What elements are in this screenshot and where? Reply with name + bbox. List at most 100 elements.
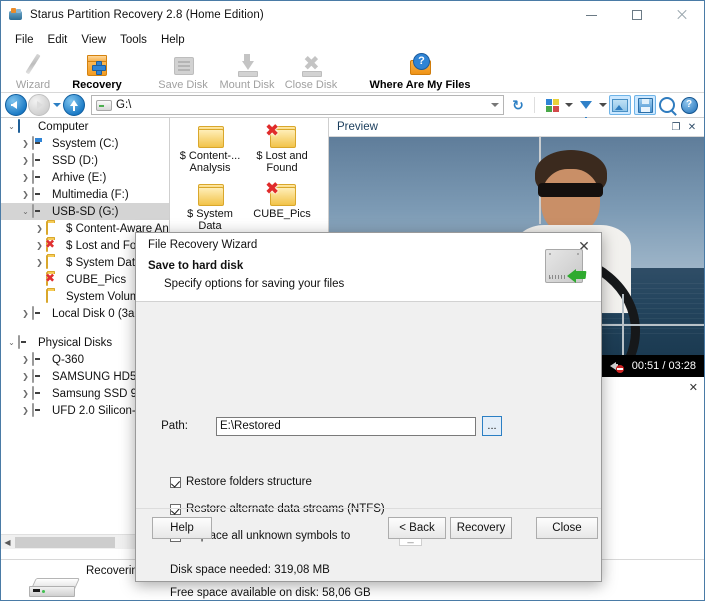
- filter-button[interactable]: [575, 95, 597, 121]
- path-input[interactable]: [216, 416, 476, 436]
- expand-icon[interactable]: ❯: [33, 224, 46, 233]
- expand-icon[interactable]: ❯: [19, 389, 32, 398]
- drive-icon: [32, 186, 48, 202]
- view-mode-icon: [545, 98, 559, 112]
- forward-button[interactable]: [28, 94, 50, 116]
- drive-icon: [32, 351, 48, 367]
- file-item[interactable]: $ Content-... Analysis: [174, 124, 246, 174]
- collapse-icon[interactable]: ⌄: [19, 207, 32, 216]
- back-button[interactable]: [5, 94, 27, 116]
- close-button[interactable]: Close: [536, 517, 598, 539]
- maximize-button[interactable]: [614, 1, 659, 29]
- drive-icon: [32, 402, 48, 418]
- toolbar-recovery-button[interactable]: Recovery: [65, 52, 129, 91]
- menu-help[interactable]: Help: [154, 32, 192, 48]
- tree-item-ssystem-c[interactable]: ❯ Ssystem (C:): [1, 135, 169, 152]
- toolbar-wizard-button[interactable]: Wizard: [1, 52, 65, 91]
- where-are-my-files-icon: ?: [408, 53, 432, 77]
- drive-icon: [32, 385, 48, 401]
- expand-icon[interactable]: ❯: [19, 190, 32, 199]
- free-space-text: Free space available on disk: 58,06 GB: [170, 587, 371, 599]
- undock-icon[interactable]: ❐: [668, 120, 684, 134]
- file-item-label: $ System Data: [187, 208, 233, 232]
- save-button[interactable]: [634, 95, 656, 115]
- toolbar-mount-disk-button[interactable]: Mount Disk: [215, 52, 279, 91]
- view-mode-button[interactable]: [541, 95, 563, 115]
- minimize-button[interactable]: [569, 1, 614, 29]
- back-button[interactable]: < Back: [388, 517, 446, 539]
- file-recovery-wizard-dialog: File Recovery Wizard ✕ Save to hard disk…: [135, 232, 602, 599]
- folder-icon: [46, 288, 62, 304]
- menu-view[interactable]: View: [74, 32, 113, 48]
- expand-icon[interactable]: ❯: [19, 156, 32, 165]
- help-label: Help: [170, 522, 194, 534]
- main-toolbar: Wizard Recovery Save Disk Mount Disk ✖ C…: [1, 50, 704, 93]
- expand-icon[interactable]: ❯: [19, 406, 32, 415]
- collapse-icon[interactable]: ⌄: [5, 338, 18, 347]
- file-item[interactable]: $ System Data: [174, 182, 246, 232]
- tree-item-ssd-d[interactable]: ❯ SSD (D:): [1, 152, 169, 169]
- scrollbar-thumb[interactable]: [15, 536, 115, 548]
- save-icon: [637, 97, 653, 113]
- tree-item-arhive-e[interactable]: ❯ Arhive (E:): [1, 169, 169, 186]
- search-icon: [659, 97, 675, 113]
- refresh-button[interactable]: ↻: [508, 95, 528, 115]
- expand-icon[interactable]: ❯: [19, 173, 32, 182]
- browse-button[interactable]: ...: [482, 416, 502, 436]
- toolbar-separator: [534, 97, 535, 113]
- menu-edit[interactable]: Edit: [41, 32, 75, 48]
- panel-close-icon[interactable]: ✕: [689, 381, 698, 394]
- computer-icon: [18, 118, 34, 134]
- menu-tools[interactable]: Tools: [113, 32, 154, 48]
- folder-icon: [46, 220, 62, 236]
- help-icon: ?: [680, 96, 698, 114]
- address-input[interactable]: G:\: [91, 95, 504, 115]
- expand-icon[interactable]: ❯: [19, 355, 32, 364]
- file-item[interactable]: ✖ $ Lost and Found: [246, 122, 318, 174]
- filter-dropdown[interactable]: [597, 95, 609, 115]
- recovery-label: Recovery: [456, 522, 506, 534]
- scroll-left-icon[interactable]: ◀: [1, 538, 14, 547]
- tree-item-computer[interactable]: ⌄ Computer: [1, 118, 169, 135]
- toolbar-where-are-my-files-button[interactable]: ? Where Are My Files: [365, 52, 475, 91]
- folder-icon: [195, 124, 225, 148]
- expand-icon[interactable]: ❯: [33, 258, 46, 267]
- preview-pane-button[interactable]: [609, 95, 631, 115]
- toolbar-close-disk-button[interactable]: ✖ Close Disk: [279, 52, 343, 91]
- toolbar-save-disk-button[interactable]: Save Disk: [151, 52, 215, 91]
- dialog-subheading: Specify options for saving your files: [164, 278, 345, 290]
- toolbar-mount-disk-label: Mount Disk: [219, 79, 275, 91]
- tree-item-label: SSD (D:): [52, 154, 98, 167]
- chevron-down-icon: [53, 103, 61, 107]
- toolbar-save-disk-label: Save Disk: [158, 79, 208, 91]
- save-disk-icon: [171, 53, 195, 77]
- expand-icon[interactable]: ❯: [19, 372, 32, 381]
- tree-item-usb-sd-g[interactable]: ⌄ USB-SD (G:): [1, 203, 169, 220]
- search-button[interactable]: [656, 95, 678, 115]
- menu-file[interactable]: File: [8, 32, 41, 48]
- chevron-down-icon[interactable]: [491, 103, 499, 107]
- preview-close-icon[interactable]: ✕: [684, 120, 700, 134]
- path-row: Path: ...: [136, 416, 601, 436]
- expand-icon[interactable]: ❯: [19, 139, 32, 148]
- mute-speaker-icon[interactable]: [609, 359, 624, 373]
- checkbox-restore-folders-structure[interactable]: Restore folders structure: [170, 476, 312, 488]
- minimize-icon: [586, 14, 597, 16]
- expand-icon[interactable]: ❯: [19, 309, 32, 318]
- tree-item-multimedia-f[interactable]: ❯ Multimedia (F:): [1, 186, 169, 203]
- disk-space-needed-text: Disk space needed: 319,08 MB: [170, 564, 330, 576]
- up-button[interactable]: [63, 94, 85, 116]
- window-controls: [569, 1, 704, 29]
- history-dropdown-button[interactable]: [51, 95, 63, 115]
- help-button[interactable]: Help: [152, 517, 212, 539]
- help-button[interactable]: ?: [678, 95, 700, 115]
- view-mode-dropdown[interactable]: [563, 95, 575, 115]
- close-button[interactable]: [659, 1, 704, 29]
- recovery-button[interactable]: Recovery: [450, 517, 512, 539]
- collapse-icon[interactable]: ⌄: [5, 122, 18, 131]
- file-item[interactable]: ✖ CUBE_Pics: [246, 180, 318, 232]
- back-label: < Back: [399, 522, 435, 534]
- tree-item-label: USB-SD (G:): [52, 205, 119, 218]
- tree-item-label: Q-360: [52, 353, 84, 366]
- checkbox-icon[interactable]: [170, 476, 181, 488]
